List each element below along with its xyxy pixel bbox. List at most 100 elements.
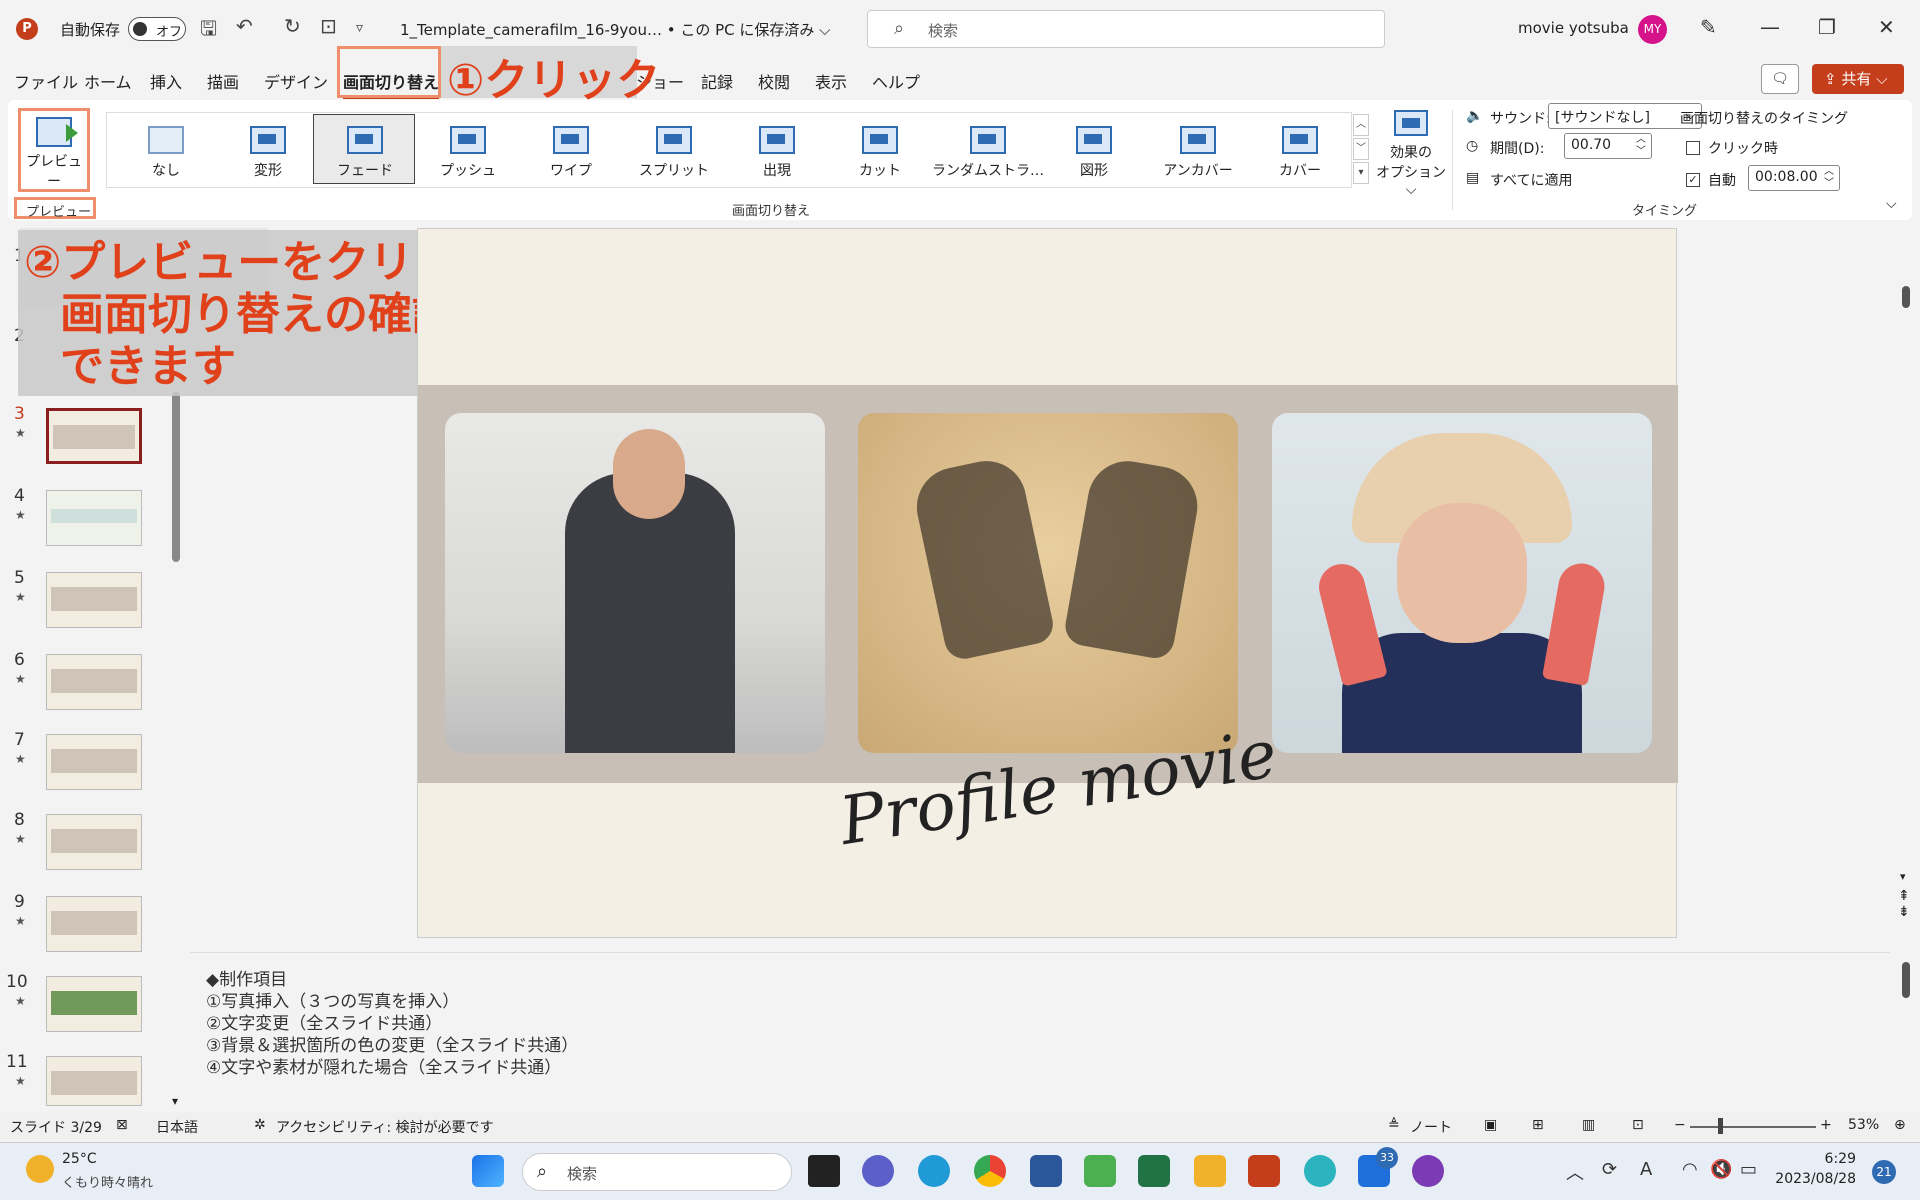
notes-pane[interactable]: ◆制作項目 ①写真挿入（３つの写真を挿入） ②文字変更（全スライド共通） ③背景… (190, 952, 1890, 1110)
zoom-slider[interactable] (1690, 1126, 1816, 1128)
taskbar-search[interactable]: ⌕ 検索 (522, 1153, 792, 1191)
tab-help[interactable]: ヘルプ (872, 69, 920, 93)
slide-thumbnail-4[interactable] (46, 490, 142, 546)
pen-icon[interactable]: ✎ (1700, 15, 1717, 39)
tab-insert[interactable]: 挿入 (150, 69, 182, 93)
prev-next-slide-icon[interactable]: ⇞ ⇟ (1898, 888, 1910, 920)
scroll-down-icon[interactable]: ▾ (172, 1094, 178, 1108)
transition-uncover[interactable]: アンカバー (1148, 126, 1248, 180)
edge-icon[interactable] (918, 1155, 950, 1187)
language[interactable]: 日本語 (156, 1117, 198, 1137)
tray-chevron-icon[interactable]: ︿ (1566, 1159, 1584, 1185)
scroll-down-icon[interactable]: ▾ (1900, 870, 1906, 883)
tab-view[interactable]: 表示 (815, 69, 847, 93)
notification-count[interactable]: 21 (1872, 1160, 1896, 1184)
notes-button[interactable]: ノート (1410, 1117, 1452, 1137)
game-app-icon[interactable] (1412, 1155, 1444, 1187)
spellcheck-icon[interactable]: ⊠ (116, 1117, 128, 1133)
tab-review[interactable]: 校閲 (758, 69, 790, 93)
transition-random-bars[interactable]: ランダムストラ… (932, 126, 1044, 180)
thumbnails-scrollbar[interactable] (172, 392, 180, 562)
autosave-toggle[interactable]: オフ (128, 17, 186, 41)
slide-thumbnail-11[interactable] (46, 1056, 142, 1106)
present-icon[interactable]: ⊡ (320, 14, 337, 38)
transition-none[interactable]: なし (120, 126, 212, 180)
transition-wipe[interactable]: ワイプ (525, 126, 617, 180)
gallery-more-button[interactable]: ▾ (1353, 162, 1369, 184)
weather-icon[interactable] (26, 1155, 54, 1183)
transition-fade[interactable]: フェード (319, 126, 411, 180)
slide-thumbnail-8[interactable] (46, 814, 142, 870)
normal-view-icon[interactable]: ▣ (1484, 1117, 1497, 1133)
transition-reveal[interactable]: 出現 (731, 126, 823, 180)
slide-thumbnail-7[interactable] (46, 734, 142, 790)
weather-temp[interactable]: 25°C (62, 1151, 97, 1167)
tab-home[interactable]: ホーム (84, 69, 132, 93)
writer-icon[interactable] (1084, 1155, 1116, 1187)
excel-icon[interactable] (1138, 1155, 1170, 1187)
transition-shape[interactable]: 図形 (1048, 126, 1140, 180)
tab-design[interactable]: デザイン (264, 69, 328, 93)
tab-file[interactable]: ファイル (14, 69, 78, 93)
slide-canvas[interactable]: Profile movie (417, 228, 1678, 938)
collapse-ribbon-icon[interactable]: ⌵ (1886, 196, 1897, 212)
apply-all-button[interactable]: すべてに適用 (1490, 170, 1572, 190)
gallery-down-button[interactable]: ﹀ (1353, 138, 1369, 160)
comment-button[interactable]: 🗨 (1761, 64, 1799, 94)
close-icon[interactable]: ✕ (1878, 15, 1895, 39)
battery-icon[interactable]: ▭ (1740, 1159, 1757, 1180)
accessibility-status[interactable]: アクセシビリティ: 検討が必要です (276, 1117, 494, 1137)
transition-cover[interactable]: カバー (1254, 126, 1346, 180)
clock-date[interactable]: 2023/08/28 (1756, 1171, 1856, 1187)
slide-thumbnail-10[interactable] (46, 976, 142, 1032)
task-view-icon[interactable] (808, 1155, 840, 1187)
zoom-in-icon[interactable]: + (1820, 1117, 1832, 1133)
zoom-slider-thumb[interactable] (1718, 1118, 1723, 1134)
reading-view-icon[interactable]: ▥ (1582, 1117, 1595, 1133)
duration-input[interactable]: 00.70 ︿ ﹀ (1564, 133, 1652, 159)
transition-split[interactable]: スプリット (628, 126, 720, 180)
ime-icon[interactable]: A (1640, 1159, 1652, 1180)
slide-sorter-icon[interactable]: ⊞ (1532, 1117, 1544, 1133)
clock-time[interactable]: 6:29 (1776, 1151, 1856, 1167)
wifi-icon[interactable]: ◠ (1682, 1159, 1698, 1180)
sync-icon[interactable]: ⟳ (1602, 1159, 1617, 1180)
save-icon[interactable]: 🖫 (200, 14, 217, 48)
word-icon[interactable] (1030, 1155, 1062, 1187)
teams-icon[interactable] (862, 1155, 894, 1187)
notes-scrollbar[interactable] (1902, 962, 1910, 998)
document-title[interactable]: 1_Template_camerafilm_16-9you… • この PC に… (400, 19, 831, 40)
tab-record[interactable]: 記録 (701, 69, 733, 93)
preview-button[interactable]: プレビュー (18, 108, 90, 192)
auto-time-input[interactable]: 00:08.00 ︿ ﹀ (1748, 165, 1840, 191)
slideshow-icon[interactable]: ⊡ (1632, 1117, 1644, 1133)
effect-options-button[interactable]: 効果の オプション ⌵ (1374, 110, 1448, 198)
undo-icon[interactable]: ↶ (236, 14, 253, 38)
redo-icon[interactable]: ↻ (284, 14, 301, 38)
transition-morph[interactable]: 変形 (222, 126, 314, 180)
transition-push[interactable]: プッシュ (422, 126, 514, 180)
windows-start-icon[interactable] (472, 1155, 504, 1187)
search-box[interactable]: ⌕ 検索 (867, 10, 1385, 48)
weather-desc[interactable]: くもり時々晴れ (62, 1172, 153, 1191)
restore-icon[interactable]: ❐ (1818, 15, 1836, 39)
tab-draw[interactable]: 描画 (207, 69, 239, 93)
file-explorer-icon[interactable] (1194, 1155, 1226, 1187)
auto-checkbox[interactable]: ✓ (1686, 173, 1700, 187)
volume-mute-icon[interactable]: 🔇 (1710, 1159, 1732, 1180)
customize-icon[interactable]: ▿ (356, 20, 363, 36)
sound-select[interactable]: [サウンドなし] ⌵ (1548, 103, 1702, 129)
slide-thumbnail-9[interactable] (46, 896, 142, 952)
fit-slide-icon[interactable]: ⊕ (1894, 1117, 1906, 1133)
zoom-out-icon[interactable]: − (1674, 1117, 1686, 1133)
share-button[interactable]: ⇪ 共有 ⌵ (1812, 64, 1904, 94)
slide-thumbnail-6[interactable] (46, 654, 142, 710)
slide-scrollbar[interactable] (1902, 286, 1910, 308)
photo-woman-popsicles[interactable] (1272, 413, 1652, 753)
powerpoint-icon[interactable] (1248, 1155, 1280, 1187)
zoom-level[interactable]: 53% (1848, 1117, 1879, 1133)
slide-thumbnail-3[interactable] (46, 408, 142, 464)
gallery-up-button[interactable]: ︿ (1353, 114, 1369, 136)
avatar[interactable]: MY (1638, 15, 1667, 44)
cloud-app-icon[interactable] (1304, 1155, 1336, 1187)
